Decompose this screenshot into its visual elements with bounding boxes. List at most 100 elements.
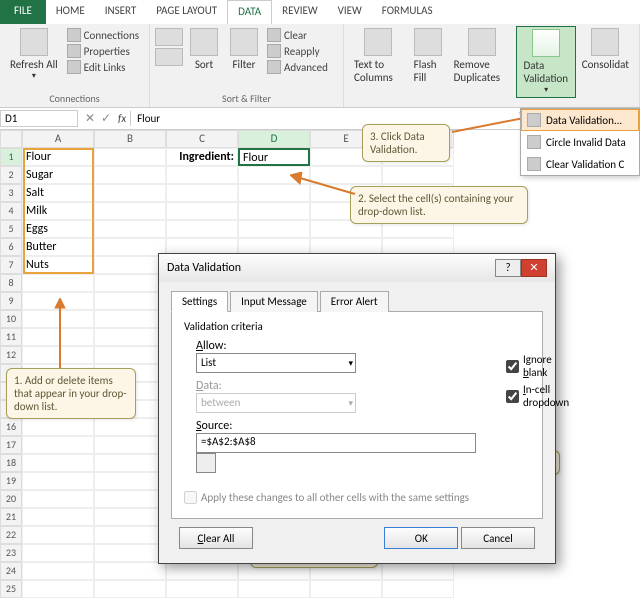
tab-input-message[interactable]: Input Message [230, 291, 318, 312]
row-head[interactable]: 19 [0, 472, 22, 490]
cell[interactable] [94, 544, 166, 562]
row-head[interactable]: 4 [0, 202, 22, 220]
cell[interactable] [22, 472, 94, 490]
cell[interactable] [94, 490, 166, 508]
cell[interactable]: Milk [22, 202, 94, 220]
row-head[interactable]: 9 [0, 292, 22, 310]
edit-links-button[interactable]: Edit Links [64, 60, 142, 74]
cell[interactable] [94, 580, 166, 598]
row-head[interactable]: 6 [0, 238, 22, 256]
sort-asc-button[interactable] [154, 26, 184, 70]
cancel-icon[interactable]: ✕ [82, 111, 98, 126]
in-cell-dropdown-checkbox[interactable]: In-cell dropdown [506, 383, 569, 409]
properties-button[interactable]: Properties [64, 44, 142, 58]
select-all-corner[interactable] [0, 130, 22, 148]
cell[interactable] [22, 562, 94, 580]
row-head[interactable]: 12 [0, 346, 22, 364]
cell[interactable] [94, 454, 166, 472]
cell[interactable] [22, 454, 94, 472]
row-head[interactable]: 24 [0, 562, 22, 580]
cell[interactable] [94, 472, 166, 490]
cell[interactable] [238, 220, 310, 238]
cell[interactable] [94, 220, 166, 238]
cell[interactable] [94, 184, 166, 202]
cell[interactable] [166, 184, 238, 202]
row-head[interactable]: 21 [0, 508, 22, 526]
menu-clear-validation[interactable]: Clear Validation C [521, 153, 639, 175]
tab-data[interactable]: DATA [227, 0, 272, 24]
ok-button[interactable]: OK [384, 527, 458, 549]
remove-duplicates-button[interactable]: Remove Duplicates [448, 26, 517, 86]
cell[interactable] [22, 526, 94, 544]
cell[interactable] [94, 202, 166, 220]
cell[interactable]: Butter [22, 238, 94, 256]
cell[interactable] [94, 328, 166, 346]
reapply-button[interactable]: Reapply [264, 44, 331, 58]
cell[interactable] [166, 562, 238, 580]
row-head[interactable]: 11 [0, 328, 22, 346]
tab-formulas[interactable]: FORMULAS [372, 0, 443, 24]
row-head[interactable]: 8 [0, 274, 22, 292]
col-C[interactable]: C [166, 130, 238, 148]
cell[interactable] [94, 238, 166, 256]
dialog-titlebar[interactable]: Data Validation ? ✕ [159, 254, 555, 282]
flash-fill-button[interactable]: Flash Fill [408, 26, 448, 86]
cell[interactable] [22, 418, 94, 436]
dialog-help-button[interactable]: ? [495, 259, 521, 277]
cell[interactable]: Salt [22, 184, 94, 202]
cell[interactable] [238, 202, 310, 220]
cell[interactable] [94, 562, 166, 580]
row-head[interactable]: 22 [0, 526, 22, 544]
cell[interactable]: Nuts [22, 256, 94, 274]
ignore-blank-checkbox[interactable]: Ignore blank [506, 353, 569, 379]
tab-settings[interactable]: Settings [171, 291, 228, 312]
row-head[interactable]: 25 [0, 580, 22, 598]
row-head[interactable]: 5 [0, 220, 22, 238]
clear-all-button[interactable]: Clear All [179, 527, 253, 549]
cell[interactable] [94, 346, 166, 364]
consolidate-button[interactable]: Consolidat [576, 26, 635, 73]
cell[interactable]: Ingredient: [166, 148, 238, 166]
row-head[interactable]: 16 [0, 418, 22, 436]
row-head[interactable]: 17 [0, 436, 22, 454]
row-head[interactable]: 18 [0, 454, 22, 472]
tab-home[interactable]: HOME [46, 0, 95, 24]
row-head[interactable]: 2 [0, 166, 22, 184]
row-head[interactable]: 7 [0, 256, 22, 274]
cell[interactable] [94, 148, 166, 166]
cancel-button[interactable]: Cancel [461, 527, 535, 549]
cell[interactable] [94, 436, 166, 454]
tab-review[interactable]: REVIEW [272, 0, 328, 24]
clear-button[interactable]: Clear [264, 28, 331, 42]
cell[interactable] [94, 526, 166, 544]
row-head[interactable]: 10 [0, 310, 22, 328]
col-B[interactable]: B [94, 130, 166, 148]
cell[interactable]: Eggs [22, 220, 94, 238]
filter-button[interactable]: Filter [224, 26, 264, 73]
cell[interactable] [382, 580, 454, 598]
cell[interactable] [166, 580, 238, 598]
col-A[interactable]: A [22, 130, 94, 148]
cell[interactable] [238, 580, 310, 598]
col-D[interactable]: D [238, 130, 310, 148]
data-validation-button[interactable]: Data Validation▾ [516, 26, 575, 98]
cell[interactable]: Sugar [22, 166, 94, 184]
row-head[interactable]: 3 [0, 184, 22, 202]
menu-circle-invalid[interactable]: Circle Invalid Data [521, 131, 639, 153]
cell[interactable] [22, 544, 94, 562]
cell[interactable] [382, 562, 454, 580]
enter-icon[interactable]: ✓ [98, 111, 114, 126]
cell[interactable] [22, 436, 94, 454]
dropdown-arrow[interactable]: ▼ [309, 149, 310, 166]
cell[interactable] [166, 202, 238, 220]
cell[interactable] [94, 310, 166, 328]
tab-file[interactable]: FILE [0, 0, 46, 24]
cell[interactable]: Flour [22, 148, 94, 166]
row-head[interactable]: 23 [0, 544, 22, 562]
row-head[interactable]: 1 [0, 148, 22, 166]
fx-icon[interactable]: fx [114, 112, 130, 125]
cell[interactable] [22, 490, 94, 508]
range-selector-button[interactable] [196, 453, 216, 473]
cell[interactable]: Flour▼ [238, 148, 310, 166]
cell[interactable] [166, 220, 238, 238]
